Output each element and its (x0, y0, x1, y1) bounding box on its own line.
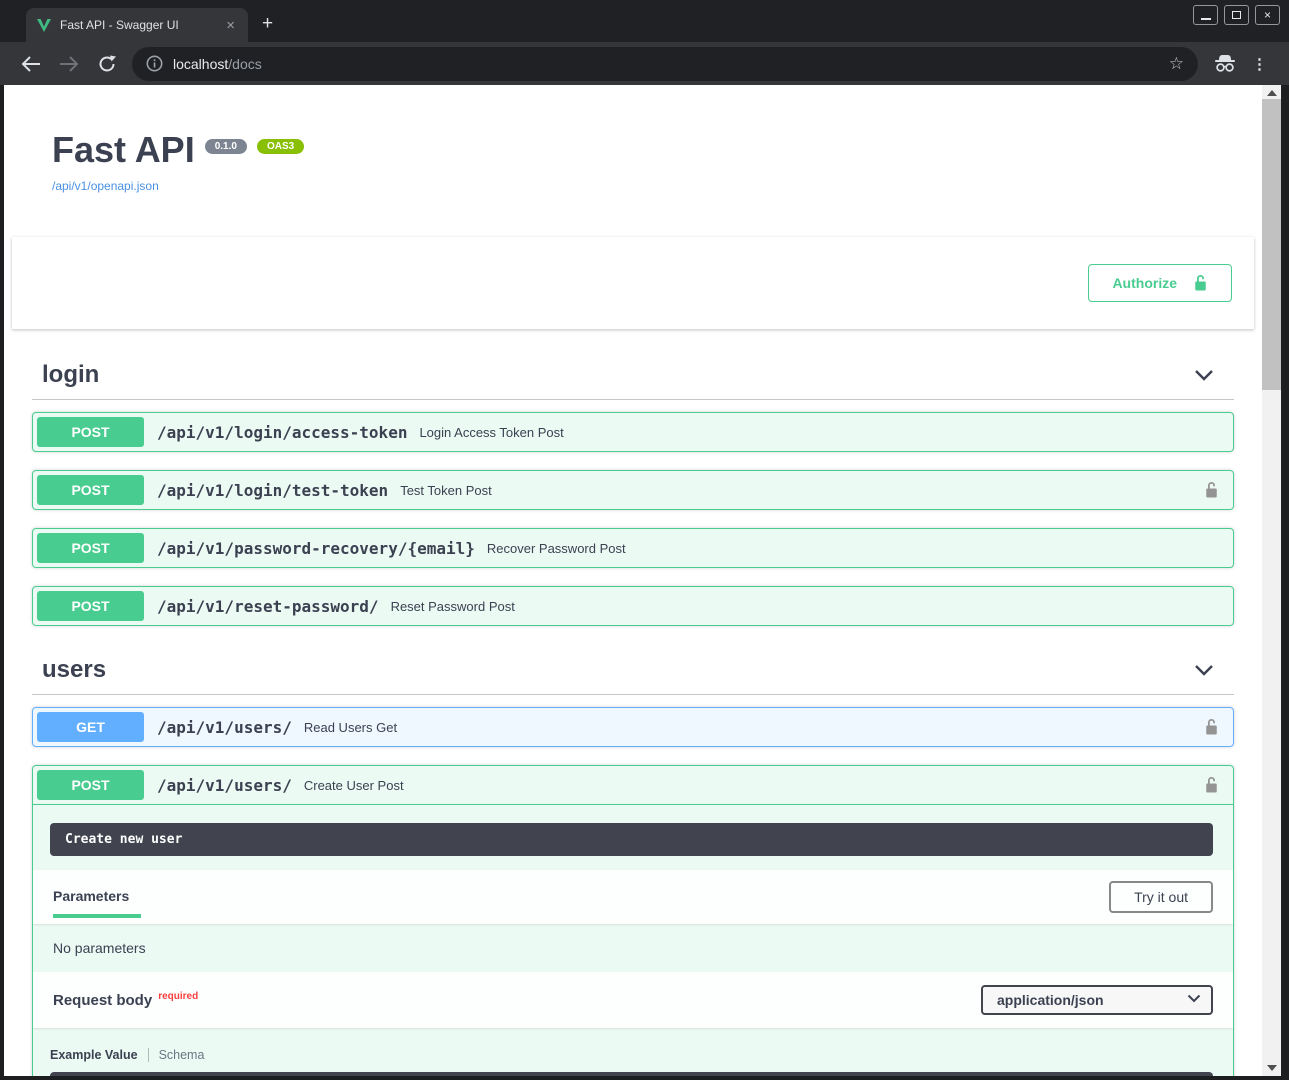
method-badge: POST (37, 475, 144, 505)
endpoint-summary: Read Users Get (304, 720, 397, 735)
section-title: login (42, 361, 99, 389)
swagger-ui-page: Fast API0.1.0OAS3 /api/v1/openapi.json A… (4, 85, 1262, 1076)
titlebar: Fast API - Swagger UI × + × (0, 0, 1289, 42)
unlocked-padlock-icon (1204, 776, 1219, 794)
model-example-area: Example Value Schema { (33, 1028, 1233, 1076)
chevron-down-icon[interactable] (1194, 664, 1214, 676)
endpoint-summary: Create User Post (304, 778, 404, 793)
chevron-down-icon[interactable] (1194, 369, 1214, 381)
window-close-button[interactable]: × (1255, 5, 1280, 25)
unlocked-padlock-icon (1193, 274, 1208, 292)
scrollbar-down-arrow-icon[interactable] (1267, 1065, 1277, 1071)
new-tab-icon[interactable]: + (262, 13, 273, 35)
content-type-select[interactable]: application/json (981, 985, 1213, 1015)
window-maximize-button[interactable] (1224, 5, 1249, 25)
tab-close-icon[interactable]: × (223, 17, 238, 34)
method-badge: POST (37, 591, 144, 621)
minimize-icon (1201, 18, 1211, 20)
method-badge: POST (37, 533, 144, 563)
endpoint-row-login-access-token[interactable]: POST /api/v1/login/access-token Login Ac… (32, 412, 1234, 452)
unlocked-padlock-icon (1204, 481, 1219, 499)
section-header-users[interactable]: users (32, 646, 1234, 695)
endpoint-row-password-recovery[interactable]: POST /api/v1/password-recovery/{email} R… (32, 528, 1234, 568)
tab-parameters[interactable]: Parameters (53, 888, 141, 918)
endpoint-path: /api/v1/users/ (157, 776, 292, 795)
maximize-icon (1232, 11, 1241, 19)
page-viewport: Fast API0.1.0OAS3 /api/v1/openapi.json A… (4, 85, 1281, 1076)
endpoint-path: /api/v1/login/access-token (157, 423, 407, 442)
parameters-section-header: Parameters Try it out (33, 870, 1233, 924)
required-badge: required (158, 991, 198, 1002)
browser-window: Fast API - Swagger UI × + × localhost/do… (0, 0, 1289, 1080)
authorize-label: Authorize (1112, 275, 1177, 291)
auth-lock-button[interactable] (1204, 776, 1219, 794)
version-badge: 0.1.0 (205, 139, 247, 154)
request-body-label: Request bodyrequired (53, 992, 198, 1009)
scrollbar-up-arrow-icon[interactable] (1267, 90, 1277, 96)
url-text[interactable]: localhost/docs (173, 56, 262, 72)
address-bar[interactable]: localhost/docs ☆ (132, 47, 1198, 81)
endpoint-block-create-user: POST /api/v1/users/ Create User Post Cre… (32, 765, 1234, 1076)
endpoint-path: /api/v1/password-recovery/{email} (157, 539, 475, 558)
method-badge: POST (37, 770, 144, 800)
oas-badge: OAS3 (257, 139, 304, 154)
site-info-icon[interactable] (146, 55, 163, 72)
back-icon[interactable] (19, 52, 43, 76)
chevron-down-icon (1187, 994, 1201, 1003)
try-it-out-button[interactable]: Try it out (1109, 881, 1213, 913)
method-badge: POST (37, 417, 144, 447)
page-title: Fast API0.1.0OAS3 (52, 129, 1234, 171)
browser-toolbar: localhost/docs ☆ ⋮ (0, 42, 1289, 85)
endpoint-path: /api/v1/users/ (157, 718, 292, 737)
openapi-spec-link[interactable]: /api/v1/openapi.json (52, 179, 1234, 193)
operation-description: Create new user (50, 823, 1213, 856)
section-header-login[interactable]: login (32, 351, 1234, 400)
tab-example-value[interactable]: Example Value (50, 1048, 138, 1062)
browser-tab[interactable]: Fast API - Swagger UI × (26, 8, 248, 42)
no-parameters-text: No parameters (33, 924, 1233, 972)
incognito-icon (1213, 52, 1237, 76)
page-scrollbar[interactable] (1262, 85, 1281, 1076)
endpoint-row-create-user[interactable]: POST /api/v1/users/ Create User Post (33, 766, 1233, 805)
endpoint-row-reset-password[interactable]: POST /api/v1/reset-password/ Reset Passw… (32, 586, 1234, 626)
endpoint-summary: Recover Password Post (487, 541, 626, 556)
auth-lock-button[interactable] (1204, 718, 1219, 736)
auth-lock-button[interactable] (1204, 481, 1219, 499)
endpoint-summary: Login Access Token Post (419, 425, 563, 440)
window-minimize-button[interactable] (1193, 5, 1218, 25)
endpoint-row-login-test-token[interactable]: POST /api/v1/login/test-token Test Token… (32, 470, 1234, 510)
bookmark-star-icon[interactable]: ☆ (1169, 54, 1184, 74)
scrollbar-thumb[interactable] (1262, 99, 1281, 390)
content-type-value: application/json (981, 985, 1213, 1015)
section-title: users (42, 656, 106, 684)
forward-icon[interactable] (57, 52, 81, 76)
endpoint-path: /api/v1/login/test-token (157, 481, 388, 500)
example-code-block[interactable]: { (50, 1072, 1213, 1076)
endpoint-summary: Test Token Post (400, 483, 492, 498)
scheme-container: Authorize (12, 237, 1254, 329)
unlocked-padlock-icon (1204, 718, 1219, 736)
request-body-section-header: Request bodyrequired application/json (33, 972, 1233, 1028)
endpoint-path: /api/v1/reset-password/ (157, 597, 379, 616)
reload-icon[interactable] (95, 52, 119, 76)
tab-title: Fast API - Swagger UI (60, 18, 223, 32)
method-badge: GET (37, 712, 144, 742)
browser-menu-icon[interactable]: ⋮ (1252, 55, 1267, 73)
endpoint-row-read-users[interactable]: GET /api/v1/users/ Read Users Get (32, 707, 1234, 747)
favicon-fastapi-icon (36, 18, 52, 33)
tab-schema[interactable]: Schema (148, 1048, 205, 1062)
endpoint-summary: Reset Password Post (391, 599, 515, 614)
authorize-button[interactable]: Authorize (1088, 264, 1232, 302)
